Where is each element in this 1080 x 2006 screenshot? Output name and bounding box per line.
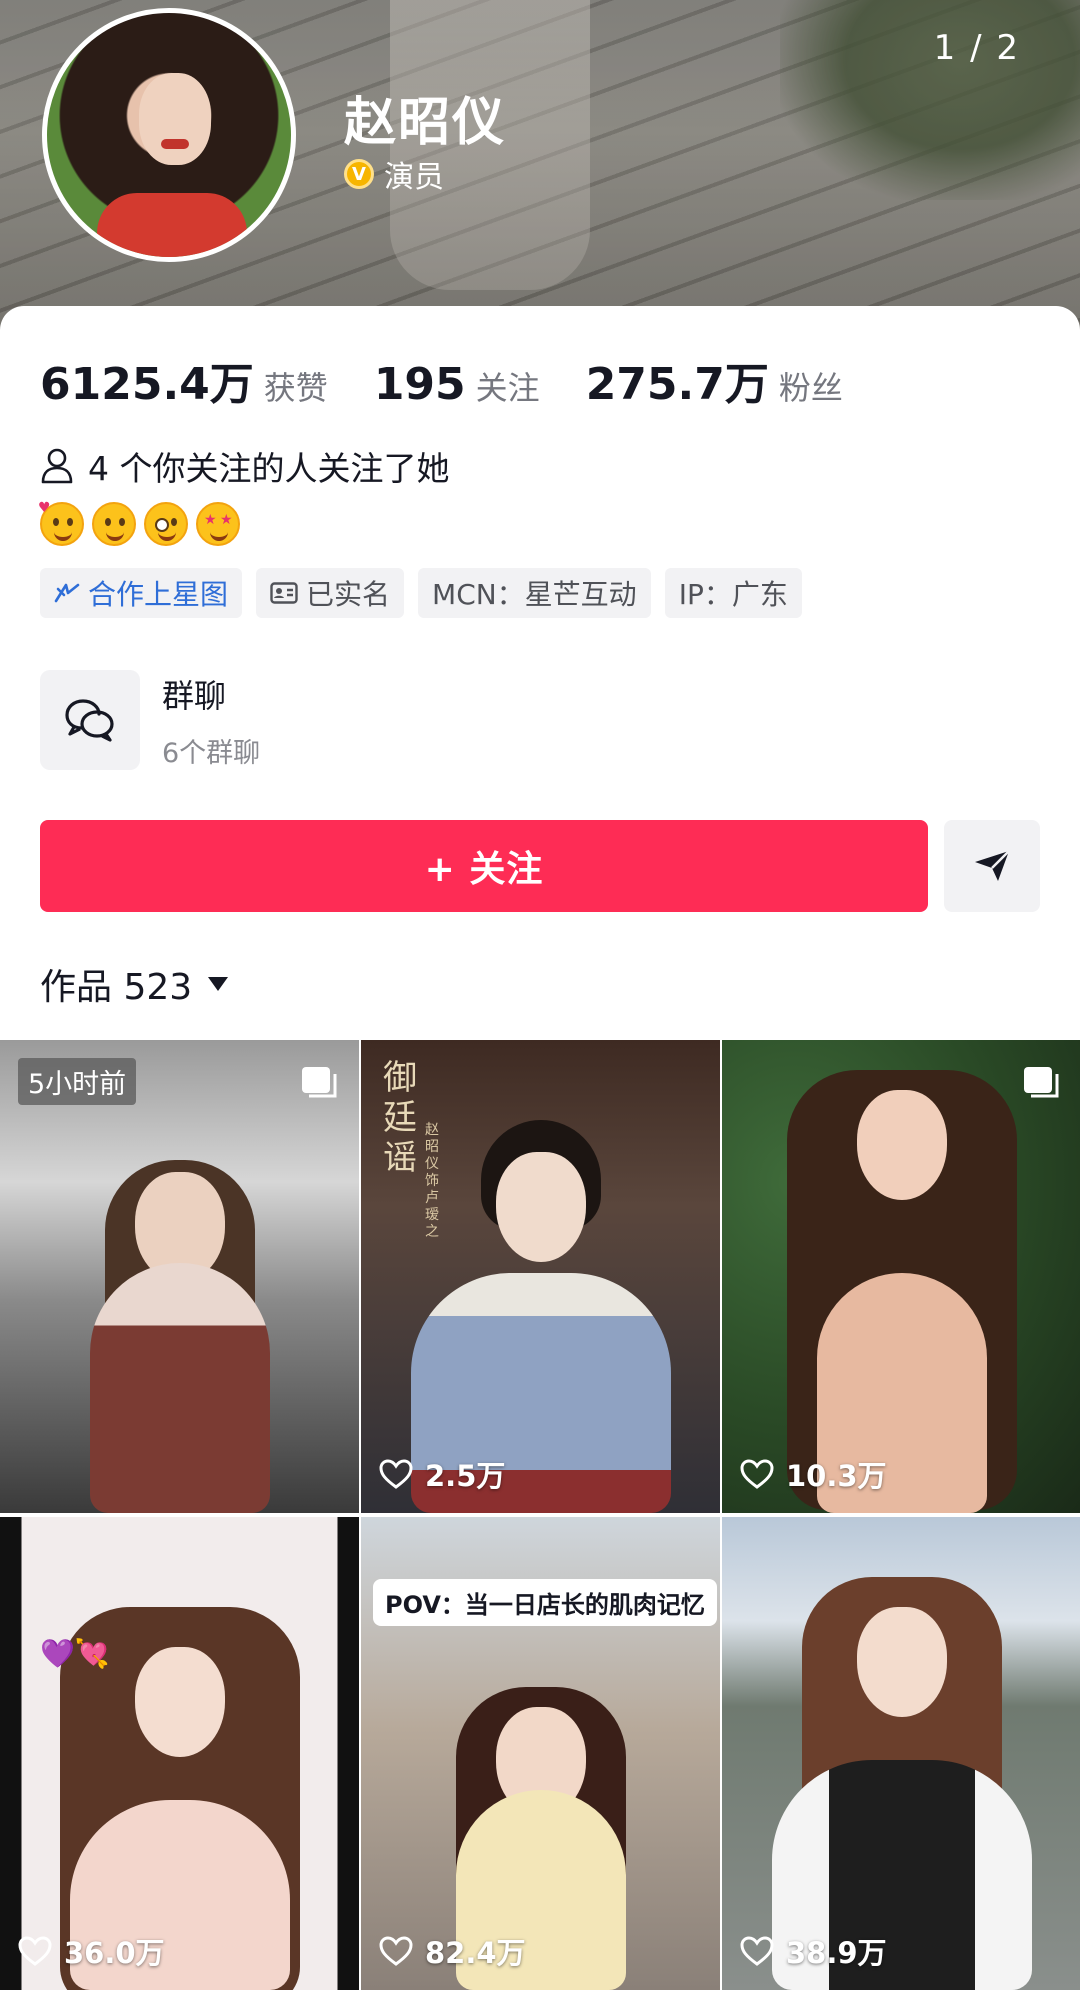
savoring-face-icon — [92, 502, 136, 546]
thumbnail-face — [856, 1090, 947, 1200]
likes-count: 38.9万 — [786, 1936, 887, 1970]
share-button[interactable] — [944, 820, 1040, 912]
drama-title: 御廷谣 — [383, 1058, 417, 1178]
smiling-face-with-hearts-icon: ♥ — [38, 500, 84, 546]
stat-label: 关注 — [475, 369, 540, 407]
avatar[interactable] — [42, 8, 296, 262]
drama-subtitle: 赵昭仪饰卢瑷之 — [425, 1122, 439, 1240]
heart-icon — [379, 1936, 413, 1966]
send-icon — [975, 850, 1010, 881]
posted-time-badge: 5小时前 — [18, 1058, 137, 1105]
multi-image-icon — [1024, 1067, 1059, 1098]
stat-followers[interactable]: 275.7万 粉丝 — [586, 348, 843, 412]
stat-label: 获赞 — [263, 369, 328, 407]
multi-image-icon — [302, 1067, 337, 1098]
follow-button[interactable]: + 关注 — [40, 820, 928, 912]
heart-icon — [740, 1936, 774, 1966]
bio-emojis: ♥ ★ ★ — [38, 500, 240, 546]
stats-row: 6125.4万 获赞 195 关注 275.7万 粉丝 — [40, 348, 889, 412]
video-likes: 10.3万 — [740, 1453, 887, 1495]
group-chat-text: 群聊 6个群聊 — [162, 671, 260, 770]
video-grid: 5小时前 御廷谣 赵昭仪饰卢瑷之 2.5万 10.3万 💜💘 36.0万 POV… — [0, 1040, 1080, 1990]
likes-count: 82.4万 — [425, 1936, 526, 1970]
heart-icon — [18, 1936, 52, 1966]
tag-star-map[interactable]: 合作上星图 — [40, 568, 243, 618]
stat-label: 粉丝 — [778, 369, 843, 407]
group-chat-title: 群聊 — [162, 676, 227, 715]
hearts-emoji: 💜💘 — [40, 1637, 110, 1670]
heart-icon — [740, 1459, 774, 1489]
video-tile[interactable]: POV：当一日店长的肌肉记忆 82.4万 — [361, 1517, 720, 1990]
verified-badge-icon: V — [344, 159, 374, 189]
star-map-icon — [54, 583, 80, 603]
video-likes: 82.4万 — [379, 1930, 526, 1972]
video-tile[interactable]: 38.9万 — [722, 1517, 1080, 1990]
person-icon — [41, 448, 73, 484]
avatar-lips — [161, 139, 189, 149]
verification-row: V 演员 — [344, 152, 444, 196]
tag-label: MCN：星芒互动 — [432, 578, 637, 611]
verification-label: 演员 — [384, 160, 444, 195]
video-likes: 36.0万 — [18, 1930, 165, 1972]
thumbnail-face — [134, 1647, 225, 1757]
video-tile[interactable]: 💜💘 36.0万 — [0, 1517, 359, 1990]
tag-ip-location: IP：广东 — [664, 568, 802, 618]
star-struck-icon: ★ ★ — [196, 502, 240, 546]
likes-count: 10.3万 — [786, 1459, 887, 1493]
video-tile[interactable]: 10.3万 — [722, 1040, 1080, 1513]
avatar-shirt — [97, 193, 247, 257]
page-indicator: 1 / 2 — [933, 28, 1020, 68]
stat-likes: 6125.4万 获赞 — [40, 348, 328, 412]
stat-following[interactable]: 195 关注 — [374, 359, 540, 410]
tag-mcn[interactable]: MCN：星芒互动 — [418, 568, 651, 618]
heart-icon — [379, 1459, 413, 1489]
mutual-followers[interactable]: 4 个你关注的人关注了她 — [40, 442, 450, 490]
video-likes: 38.9万 — [740, 1930, 887, 1972]
thumbnail-face — [495, 1152, 586, 1262]
tag-label: IP：广东 — [678, 578, 788, 611]
profile-name: 赵昭仪 — [344, 93, 507, 153]
video-likes: 2.5万 — [379, 1453, 505, 1495]
stat-number: 6125.4万 — [40, 359, 254, 410]
thumbnail-figure — [89, 1263, 270, 1513]
profile-header-background: 1 / 2 赵昭仪 V 演员 — [0, 0, 1080, 330]
thumbnail-face — [856, 1607, 947, 1717]
works-label: 作品 523 — [40, 967, 193, 1008]
mutual-followers-text: 4 个你关注的人关注了她 — [88, 449, 450, 488]
zany-face-icon — [144, 502, 188, 546]
group-chat-entry[interactable]: 群聊 6个群聊 — [40, 670, 260, 770]
works-tab[interactable]: 作品 523 — [40, 958, 229, 1010]
likes-count: 2.5万 — [425, 1459, 506, 1493]
tag-label: 已实名 — [306, 578, 391, 611]
group-chat-subtitle: 6个群聊 — [162, 737, 261, 769]
likes-count: 36.0万 — [64, 1936, 165, 1970]
video-caption-overlay: POV：当一日店长的肌肉记忆 — [373, 1579, 717, 1626]
chat-bubbles-icon — [40, 670, 140, 770]
avatar-face — [139, 73, 211, 165]
tag-verified-name[interactable]: 已实名 — [256, 568, 405, 618]
video-tile[interactable]: 5小时前 — [0, 1040, 359, 1513]
caret-down-icon — [208, 977, 229, 991]
profile-tags: 合作上星图 已实名 MCN：星芒互动 IP：广东 — [40, 568, 802, 618]
tag-label: 合作上星图 — [88, 578, 229, 611]
stat-number: 275.7万 — [585, 359, 769, 410]
id-card-icon — [270, 582, 298, 604]
stat-number: 195 — [373, 359, 466, 410]
video-tile[interactable]: 御廷谣 赵昭仪饰卢瑷之 2.5万 — [361, 1040, 720, 1513]
